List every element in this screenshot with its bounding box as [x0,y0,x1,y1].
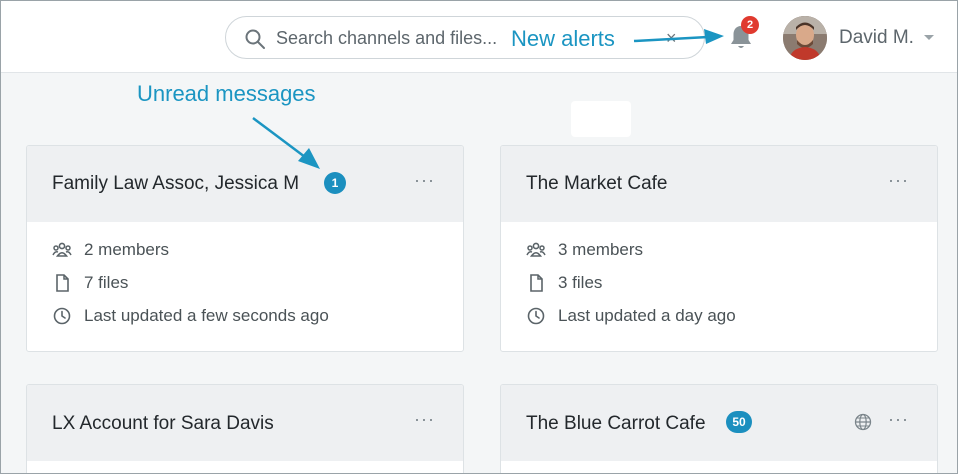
channel-card-lx-account[interactable]: LX Account for Sara Davis ··· [26,384,464,474]
search-icon [245,29,265,49]
more-options-icon[interactable]: ··· [414,410,435,428]
clock-icon [527,307,545,325]
more-options-icon[interactable]: ··· [414,171,435,189]
card-title[interactable]: Family Law Assoc, Jessica M [52,173,299,195]
new-alerts-annotation: New alerts [511,26,615,51]
top-bar: × 2 David M. [0,0,958,73]
more-options-icon[interactable]: ··· [888,410,909,428]
members-count: 3 members [558,240,644,259]
members-count: 2 members [84,240,170,259]
card-title[interactable]: LX Account for Sara Davis [52,413,274,435]
channel-card-blue-carrot[interactable]: The Blue Carrot Cafe 50 ··· [500,384,938,474]
unread-messages-annotation: Unread messages [137,81,316,106]
file-icon [530,274,543,292]
avatar[interactable] [783,16,827,60]
placeholder-block [571,101,631,137]
card-title[interactable]: The Market Cafe [526,173,668,195]
unread-count-badge: 1 [324,172,346,194]
user-menu-caret-icon[interactable] [924,35,934,40]
channel-card-family-law[interactable]: Family Law Assoc, Jessica M 1 ··· 2 memb… [26,145,464,352]
card-title[interactable]: The Blue Carrot Cafe [526,413,706,435]
user-name[interactable]: David M. [839,27,914,49]
more-options-icon[interactable]: ··· [888,171,909,189]
search-box[interactable]: × [225,16,705,59]
notification-count-badge: 2 [741,16,759,34]
unread-count-badge: 50 [726,411,752,433]
clock-icon [53,307,71,325]
users-icon [52,242,72,257]
files-count: 7 files [84,273,129,292]
clear-search-icon[interactable]: × [666,29,677,47]
file-icon [56,274,69,292]
users-icon [526,242,546,257]
avatar-photo [783,16,827,60]
last-updated: Last updated a day ago [558,306,736,325]
globe-icon [854,413,872,431]
channel-card-market-cafe[interactable]: The Market Cafe ··· 3 members 3 files La… [500,145,938,352]
files-count: 3 files [558,273,603,292]
last-updated: Last updated a few seconds ago [84,306,329,325]
